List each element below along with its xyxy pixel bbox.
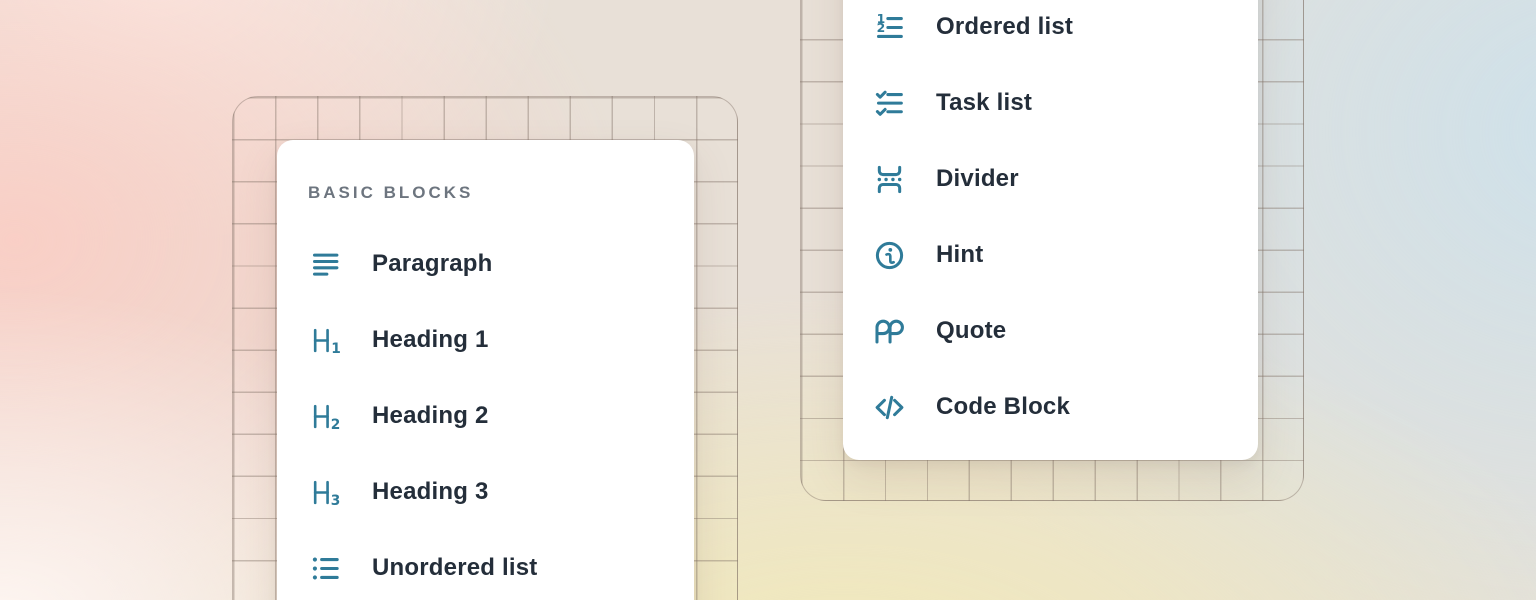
svg-text:2: 2 [330, 416, 340, 432]
menu-item-quote[interactable]: Quote [872, 293, 1229, 369]
svg-text:3: 3 [330, 492, 340, 508]
svg-text:1: 1 [331, 340, 341, 356]
menu-item-hint[interactable]: Hint [872, 217, 1229, 293]
menu-item-label: Ordered list [936, 13, 1073, 41]
menu-item-label: Code Block [936, 393, 1070, 421]
svg-text:2: 2 [876, 21, 885, 35]
heading-2-icon: 2 [308, 399, 342, 433]
menu-item-paragraph[interactable]: Paragraph [308, 226, 663, 302]
task-list-icon [872, 86, 906, 120]
quote-icon [872, 314, 906, 348]
menu-item-divider[interactable]: Divider [872, 141, 1229, 217]
ordered-list-icon: 1 2 [872, 10, 906, 44]
paragraph-icon [308, 247, 342, 281]
menu-item-label: Heading 3 [372, 478, 489, 506]
heading-3-icon: 3 [308, 475, 342, 509]
menu-item-label: Task list [936, 89, 1032, 117]
blocks-item-list: 1 2 Ordered list Task list [872, 0, 1229, 445]
menu-item-label: Heading 1 [372, 326, 489, 354]
menu-item-label: Heading 2 [372, 402, 489, 430]
basic-blocks-menu-card: BASIC BLOCKS Paragraph 1 Heading 1 [277, 140, 694, 600]
heading-1-icon: 1 [308, 323, 342, 357]
gradient-hero-background: { "left_panel": { "header": "BASIC BLOCK… [0, 0, 1536, 600]
menu-item-heading-1[interactable]: 1 Heading 1 [308, 302, 663, 378]
hint-icon [872, 238, 906, 272]
menu-item-task-list[interactable]: Task list [872, 65, 1229, 141]
menu-item-label: Quote [936, 317, 1006, 345]
unordered-list-icon [308, 551, 342, 585]
menu-item-label: Divider [936, 165, 1019, 193]
menu-item-ordered-list[interactable]: 1 2 Ordered list [872, 0, 1229, 65]
section-header-basic-blocks: BASIC BLOCKS [308, 182, 663, 204]
menu-item-label: Paragraph [372, 250, 493, 278]
code-block-icon [872, 390, 906, 424]
menu-item-label: Hint [936, 241, 983, 269]
menu-item-heading-2[interactable]: 2 Heading 2 [308, 378, 663, 454]
menu-item-label: Unordered list [372, 554, 538, 582]
menu-item-heading-3[interactable]: 3 Heading 3 [308, 454, 663, 530]
basic-blocks-item-list: Paragraph 1 Heading 1 2 Heading 2 [308, 226, 663, 600]
menu-item-unordered-list[interactable]: Unordered list [308, 530, 663, 600]
menu-item-code-block[interactable]: Code Block [872, 369, 1229, 445]
blocks-menu-card-continued: 1 2 Ordered list Task list [843, 0, 1258, 460]
divider-icon [872, 162, 906, 196]
